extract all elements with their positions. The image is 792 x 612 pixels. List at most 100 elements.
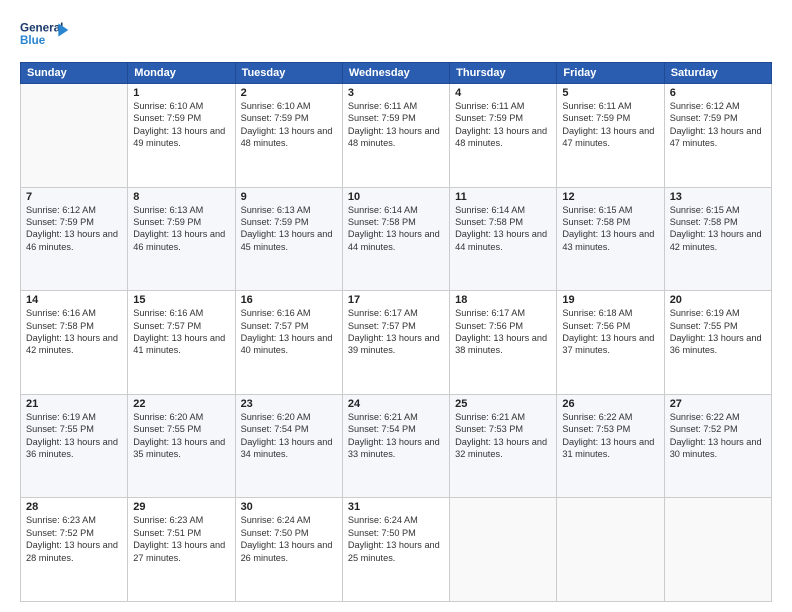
day-number: 15: [133, 294, 229, 306]
day-number: 4: [455, 87, 551, 99]
day-number: 18: [455, 294, 551, 306]
day-number: 16: [241, 294, 337, 306]
svg-text:General: General: [20, 22, 63, 35]
day-number: 10: [348, 191, 444, 203]
week-row-1: 1Sunrise: 6:10 AM Sunset: 7:59 PM Daylig…: [21, 84, 772, 188]
day-number: 14: [26, 294, 122, 306]
day-info: Sunrise: 6:23 AM Sunset: 7:52 PM Dayligh…: [26, 514, 122, 564]
day-info: Sunrise: 6:20 AM Sunset: 7:54 PM Dayligh…: [241, 411, 337, 461]
day-info: Sunrise: 6:23 AM Sunset: 7:51 PM Dayligh…: [133, 514, 229, 564]
day-info: Sunrise: 6:11 AM Sunset: 7:59 PM Dayligh…: [562, 100, 658, 150]
day-info: Sunrise: 6:17 AM Sunset: 7:56 PM Dayligh…: [455, 307, 551, 357]
day-number: 23: [241, 398, 337, 410]
calendar-cell: 19Sunrise: 6:18 AM Sunset: 7:56 PM Dayli…: [557, 291, 664, 395]
day-number: 12: [562, 191, 658, 203]
calendar-cell: 24Sunrise: 6:21 AM Sunset: 7:54 PM Dayli…: [342, 394, 449, 498]
day-number: 9: [241, 191, 337, 203]
week-row-5: 28Sunrise: 6:23 AM Sunset: 7:52 PM Dayli…: [21, 498, 772, 602]
calendar-cell: 2Sunrise: 6:10 AM Sunset: 7:59 PM Daylig…: [235, 84, 342, 188]
day-info: Sunrise: 6:21 AM Sunset: 7:54 PM Dayligh…: [348, 411, 444, 461]
day-number: 6: [670, 87, 766, 99]
day-info: Sunrise: 6:13 AM Sunset: 7:59 PM Dayligh…: [133, 204, 229, 254]
calendar-cell: 30Sunrise: 6:24 AM Sunset: 7:50 PM Dayli…: [235, 498, 342, 602]
page: General Blue SundayMondayTuesdayWednesda…: [0, 0, 792, 612]
day-number: 13: [670, 191, 766, 203]
calendar-cell: 12Sunrise: 6:15 AM Sunset: 7:58 PM Dayli…: [557, 187, 664, 291]
day-number: 1: [133, 87, 229, 99]
week-row-2: 7Sunrise: 6:12 AM Sunset: 7:59 PM Daylig…: [21, 187, 772, 291]
calendar-cell: [21, 84, 128, 188]
logo-svg: General Blue: [20, 16, 70, 54]
day-number: 27: [670, 398, 766, 410]
header: General Blue: [20, 16, 772, 54]
header-wednesday: Wednesday: [342, 63, 449, 84]
day-number: 2: [241, 87, 337, 99]
day-number: 11: [455, 191, 551, 203]
day-info: Sunrise: 6:10 AM Sunset: 7:59 PM Dayligh…: [133, 100, 229, 150]
header-friday: Friday: [557, 63, 664, 84]
logo: General Blue: [20, 16, 70, 54]
week-row-4: 21Sunrise: 6:19 AM Sunset: 7:55 PM Dayli…: [21, 394, 772, 498]
day-number: 5: [562, 87, 658, 99]
day-number: 19: [562, 294, 658, 306]
calendar-cell: 23Sunrise: 6:20 AM Sunset: 7:54 PM Dayli…: [235, 394, 342, 498]
calendar-header: SundayMondayTuesdayWednesdayThursdayFrid…: [21, 63, 772, 84]
calendar-cell: 26Sunrise: 6:22 AM Sunset: 7:53 PM Dayli…: [557, 394, 664, 498]
calendar-cell: 31Sunrise: 6:24 AM Sunset: 7:50 PM Dayli…: [342, 498, 449, 602]
calendar-cell: 21Sunrise: 6:19 AM Sunset: 7:55 PM Dayli…: [21, 394, 128, 498]
svg-text:Blue: Blue: [20, 34, 46, 47]
day-number: 25: [455, 398, 551, 410]
day-number: 17: [348, 294, 444, 306]
day-info: Sunrise: 6:17 AM Sunset: 7:57 PM Dayligh…: [348, 307, 444, 357]
day-number: 22: [133, 398, 229, 410]
calendar-cell: 28Sunrise: 6:23 AM Sunset: 7:52 PM Dayli…: [21, 498, 128, 602]
calendar-cell: 15Sunrise: 6:16 AM Sunset: 7:57 PM Dayli…: [128, 291, 235, 395]
day-number: 7: [26, 191, 122, 203]
calendar-cell: 5Sunrise: 6:11 AM Sunset: 7:59 PM Daylig…: [557, 84, 664, 188]
day-info: Sunrise: 6:12 AM Sunset: 7:59 PM Dayligh…: [670, 100, 766, 150]
calendar-table: SundayMondayTuesdayWednesdayThursdayFrid…: [20, 62, 772, 602]
header-monday: Monday: [128, 63, 235, 84]
calendar-cell: 25Sunrise: 6:21 AM Sunset: 7:53 PM Dayli…: [450, 394, 557, 498]
day-number: 28: [26, 501, 122, 513]
calendar-cell: 4Sunrise: 6:11 AM Sunset: 7:59 PM Daylig…: [450, 84, 557, 188]
day-info: Sunrise: 6:20 AM Sunset: 7:55 PM Dayligh…: [133, 411, 229, 461]
calendar-cell: [664, 498, 771, 602]
day-info: Sunrise: 6:10 AM Sunset: 7:59 PM Dayligh…: [241, 100, 337, 150]
calendar-body: 1Sunrise: 6:10 AM Sunset: 7:59 PM Daylig…: [21, 84, 772, 602]
day-number: 8: [133, 191, 229, 203]
day-info: Sunrise: 6:13 AM Sunset: 7:59 PM Dayligh…: [241, 204, 337, 254]
calendar-cell: 20Sunrise: 6:19 AM Sunset: 7:55 PM Dayli…: [664, 291, 771, 395]
day-info: Sunrise: 6:19 AM Sunset: 7:55 PM Dayligh…: [670, 307, 766, 357]
header-tuesday: Tuesday: [235, 63, 342, 84]
calendar-cell: 17Sunrise: 6:17 AM Sunset: 7:57 PM Dayli…: [342, 291, 449, 395]
day-info: Sunrise: 6:14 AM Sunset: 7:58 PM Dayligh…: [348, 204, 444, 254]
day-number: 29: [133, 501, 229, 513]
calendar-cell: 13Sunrise: 6:15 AM Sunset: 7:58 PM Dayli…: [664, 187, 771, 291]
day-number: 30: [241, 501, 337, 513]
day-info: Sunrise: 6:11 AM Sunset: 7:59 PM Dayligh…: [455, 100, 551, 150]
calendar-cell: 27Sunrise: 6:22 AM Sunset: 7:52 PM Dayli…: [664, 394, 771, 498]
day-info: Sunrise: 6:21 AM Sunset: 7:53 PM Dayligh…: [455, 411, 551, 461]
day-info: Sunrise: 6:15 AM Sunset: 7:58 PM Dayligh…: [562, 204, 658, 254]
day-number: 24: [348, 398, 444, 410]
day-info: Sunrise: 6:14 AM Sunset: 7:58 PM Dayligh…: [455, 204, 551, 254]
calendar-cell: 14Sunrise: 6:16 AM Sunset: 7:58 PM Dayli…: [21, 291, 128, 395]
day-info: Sunrise: 6:19 AM Sunset: 7:55 PM Dayligh…: [26, 411, 122, 461]
calendar-cell: 3Sunrise: 6:11 AM Sunset: 7:59 PM Daylig…: [342, 84, 449, 188]
day-info: Sunrise: 6:18 AM Sunset: 7:56 PM Dayligh…: [562, 307, 658, 357]
calendar-cell: 8Sunrise: 6:13 AM Sunset: 7:59 PM Daylig…: [128, 187, 235, 291]
calendar-cell: 16Sunrise: 6:16 AM Sunset: 7:57 PM Dayli…: [235, 291, 342, 395]
day-info: Sunrise: 6:16 AM Sunset: 7:57 PM Dayligh…: [241, 307, 337, 357]
header-sunday: Sunday: [21, 63, 128, 84]
day-info: Sunrise: 6:24 AM Sunset: 7:50 PM Dayligh…: [348, 514, 444, 564]
calendar-cell: [557, 498, 664, 602]
calendar-cell: 10Sunrise: 6:14 AM Sunset: 7:58 PM Dayli…: [342, 187, 449, 291]
header-row: SundayMondayTuesdayWednesdayThursdayFrid…: [21, 63, 772, 84]
day-info: Sunrise: 6:12 AM Sunset: 7:59 PM Dayligh…: [26, 204, 122, 254]
day-info: Sunrise: 6:16 AM Sunset: 7:57 PM Dayligh…: [133, 307, 229, 357]
day-info: Sunrise: 6:15 AM Sunset: 7:58 PM Dayligh…: [670, 204, 766, 254]
calendar-cell: [450, 498, 557, 602]
header-saturday: Saturday: [664, 63, 771, 84]
week-row-3: 14Sunrise: 6:16 AM Sunset: 7:58 PM Dayli…: [21, 291, 772, 395]
